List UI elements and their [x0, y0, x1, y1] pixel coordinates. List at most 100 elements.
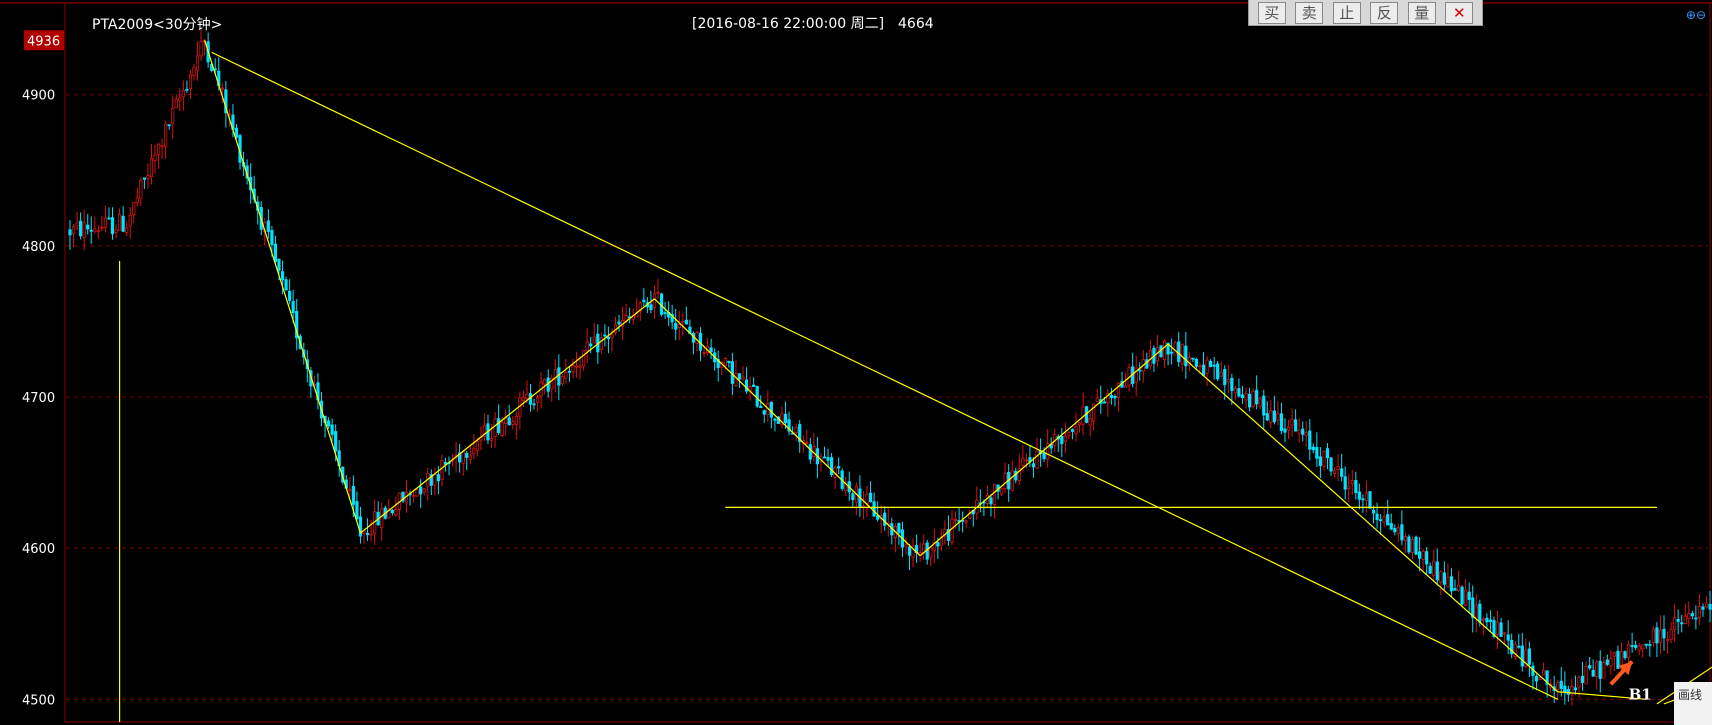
buy-button[interactable]: 买	[1257, 1, 1286, 24]
candle-body	[1676, 619, 1680, 622]
candle-body	[1247, 393, 1252, 408]
y-tick-label: 4700	[22, 391, 55, 406]
symbol-title: PTA2009<30分钟>	[92, 16, 222, 33]
trend-line	[1656, 666, 1712, 705]
candle-body	[277, 258, 281, 271]
candle-body	[1336, 466, 1340, 470]
trend-line	[211, 51, 1558, 700]
candle-body	[142, 177, 146, 180]
candle-body	[822, 456, 827, 459]
candle-body	[86, 224, 90, 230]
candle-body	[1070, 429, 1075, 432]
candle-body	[188, 74, 193, 90]
candle-body	[805, 442, 809, 445]
candle-body	[617, 321, 621, 325]
candle-body	[727, 360, 731, 364]
candle-body	[1503, 632, 1507, 635]
candle-body	[171, 107, 175, 125]
candle-body	[411, 495, 416, 498]
candle-body	[652, 293, 657, 308]
candle-body	[1230, 377, 1234, 391]
candle-body	[160, 145, 164, 148]
candle-body	[273, 243, 278, 263]
candle-body	[897, 523, 901, 533]
close-toolbar-button[interactable]: ✕	[1445, 1, 1474, 24]
candle-body	[1556, 682, 1560, 691]
candle-body	[1538, 677, 1542, 681]
trend-line	[1167, 343, 1559, 693]
draw-line-tab[interactable]: 画线	[1674, 682, 1712, 725]
candle-body	[1584, 666, 1588, 685]
candle-body	[1205, 359, 1209, 374]
candle-body	[1602, 662, 1606, 679]
candle-body	[663, 312, 667, 315]
candle-body	[266, 220, 270, 232]
candle-body	[1347, 486, 1351, 490]
candle-body	[1170, 351, 1174, 354]
candle-body	[1177, 341, 1181, 362]
candle-body	[1304, 432, 1308, 436]
candle-body	[132, 201, 136, 216]
candle-body	[674, 323, 678, 330]
trade-toolbar: 买 卖 止 反 量 ✕	[1248, 0, 1483, 26]
candle-body	[1021, 458, 1025, 467]
candle-body	[1251, 390, 1255, 407]
trend-line	[360, 298, 655, 534]
candle-body	[1644, 643, 1648, 646]
candle-body	[100, 226, 104, 229]
candle-body	[489, 438, 494, 441]
candle-body	[1517, 645, 1521, 648]
candle-body	[1255, 389, 1259, 405]
candle-body	[68, 229, 72, 236]
candle-body	[288, 290, 292, 301]
candle-body	[525, 393, 529, 399]
candle-body	[1226, 379, 1230, 383]
candle-body	[433, 474, 437, 486]
candle-body	[125, 227, 129, 234]
candle-body	[1311, 446, 1315, 451]
candle-body	[415, 489, 419, 497]
candle-body	[829, 457, 834, 475]
candle-body	[1662, 628, 1666, 639]
stop-button[interactable]: 止	[1332, 1, 1361, 24]
candle-body	[107, 217, 111, 220]
candle-body	[564, 372, 568, 379]
candle-body	[1697, 606, 1702, 619]
candle-body	[1527, 648, 1531, 665]
candle-body	[511, 421, 515, 425]
trend-line	[204, 40, 362, 534]
candle-body	[1063, 435, 1067, 442]
candle-body	[1541, 670, 1546, 676]
candle-body	[1396, 527, 1400, 535]
candle-body	[1067, 432, 1071, 436]
candle-body	[167, 124, 171, 127]
candle-body	[1403, 536, 1408, 542]
candle-body	[1237, 388, 1241, 397]
candle-body	[1244, 393, 1248, 401]
candle-body	[606, 336, 611, 340]
candle-body	[1123, 385, 1128, 388]
candle-body	[1095, 397, 1099, 402]
candle-body	[1453, 588, 1457, 591]
candle-body	[1467, 591, 1471, 600]
candle-body	[1442, 572, 1446, 585]
candle-body	[1641, 644, 1645, 650]
sell-button[interactable]: 卖	[1295, 1, 1324, 24]
candle-body	[1400, 524, 1404, 541]
candle-body	[1637, 645, 1641, 651]
candle-body	[737, 373, 742, 380]
zoom-icon[interactable]: ⊕⊖	[1686, 8, 1706, 22]
candle-body	[1570, 686, 1574, 696]
candle-body	[649, 304, 653, 311]
quantity-button[interactable]: 量	[1407, 1, 1436, 24]
reverse-button[interactable]: 反	[1370, 1, 1399, 24]
candle-body	[419, 486, 423, 495]
candle-body	[1340, 468, 1344, 477]
candle-body	[348, 488, 352, 492]
candle-body	[837, 466, 841, 469]
candle-body	[567, 370, 572, 373]
candle-body	[181, 90, 185, 98]
candle-body	[1035, 450, 1039, 469]
candlestick-chart[interactable]: ABB1B2B3B4 4500 4600 4700 4800 4900 4936 PTA2…	[0, 0, 1712, 725]
candle-body	[468, 455, 472, 460]
